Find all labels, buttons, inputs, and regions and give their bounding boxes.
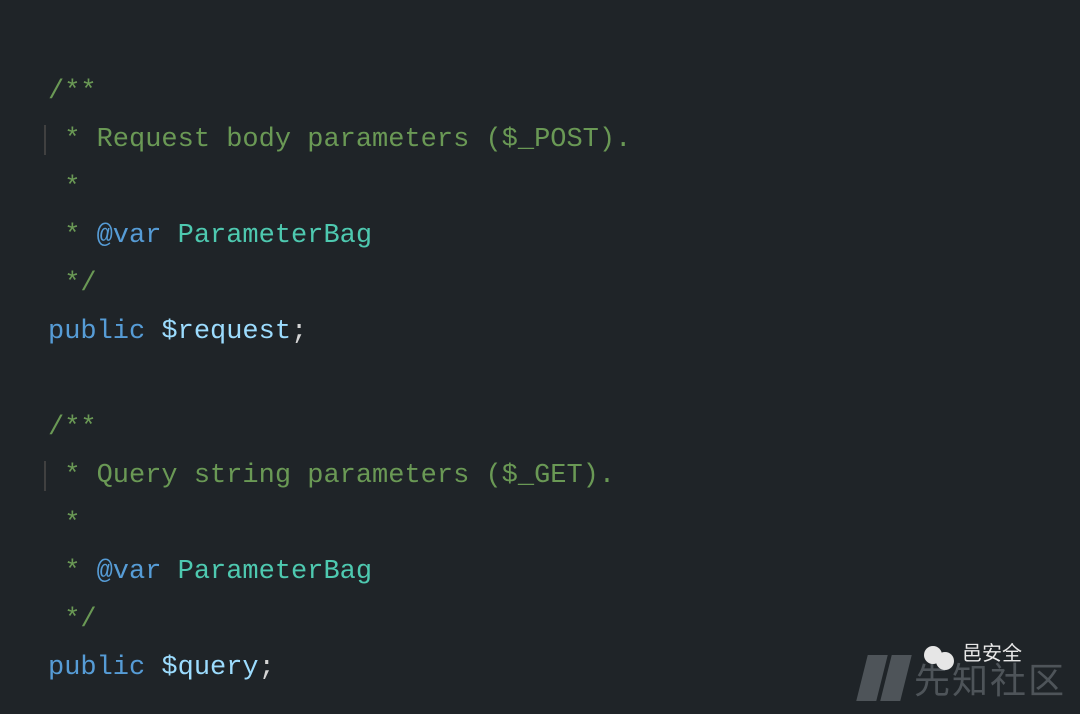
code-editor: /** * Request body parameters ($_POST). … — [0, 0, 1080, 692]
docblock-var-prefix: * — [48, 557, 97, 587]
docblock-open: /** — [48, 413, 97, 443]
docblock-var-prefix: * — [48, 221, 97, 251]
phpdoc-type: ParameterBag — [178, 557, 372, 587]
watermark-small-label: 邑安全 — [962, 637, 1022, 666]
var-request: $request — [161, 317, 291, 347]
docblock-open: /** — [48, 77, 97, 107]
phpdoc-type: ParameterBag — [178, 221, 372, 251]
wechat-icon — [924, 646, 954, 670]
docblock-blank: * — [48, 173, 80, 203]
docblock-blank: * — [48, 509, 80, 539]
semicolon: ; — [291, 317, 307, 347]
keyword-public: public — [48, 653, 145, 683]
docblock-desc: * Request body parameters ($_POST). — [48, 125, 631, 155]
docblock-close: */ — [48, 269, 97, 299]
keyword-public: public — [48, 317, 145, 347]
var-query: $query — [161, 653, 258, 683]
docblock-close: */ — [48, 605, 97, 635]
phpdoc-tag: @var — [97, 221, 162, 251]
semicolon: ; — [259, 653, 275, 683]
docblock-desc: * Query string parameters ($_GET). — [48, 461, 615, 491]
phpdoc-tag: @var — [97, 557, 162, 587]
